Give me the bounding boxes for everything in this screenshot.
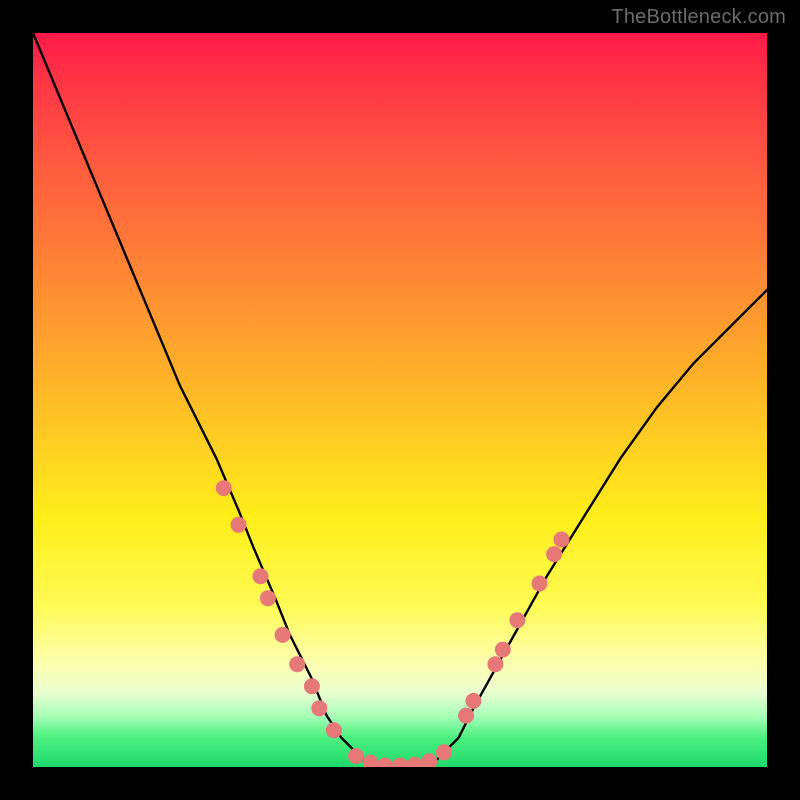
curve-marker <box>495 642 511 658</box>
chart-svg <box>33 33 767 767</box>
plot-area <box>33 33 767 767</box>
curve-marker <box>546 546 562 562</box>
curve-marker <box>554 532 570 548</box>
curve-marker <box>392 758 408 768</box>
curve-marker <box>231 517 247 533</box>
curve-marker <box>458 708 474 724</box>
bottleneck-curve <box>33 33 767 767</box>
curve-marker <box>216 480 232 496</box>
curve-markers <box>216 480 570 767</box>
curve-marker <box>260 590 276 606</box>
curve-marker <box>253 568 269 584</box>
curve-marker <box>487 656 503 672</box>
curve-marker <box>311 700 327 716</box>
curve-marker <box>421 753 437 767</box>
curve-marker <box>326 722 342 738</box>
curve-path <box>33 33 767 767</box>
curve-marker <box>304 678 320 694</box>
curve-marker <box>377 758 393 768</box>
curve-marker <box>363 755 379 767</box>
watermark-text: TheBottleneck.com <box>611 6 786 29</box>
chart-stage: TheBottleneck.com <box>0 0 800 800</box>
curve-marker <box>436 744 452 760</box>
curve-marker <box>348 748 364 764</box>
curve-marker <box>509 612 525 628</box>
curve-marker <box>465 693 481 709</box>
curve-marker <box>289 656 305 672</box>
curve-marker <box>532 576 548 592</box>
curve-marker <box>407 757 423 767</box>
curve-marker <box>275 627 291 643</box>
